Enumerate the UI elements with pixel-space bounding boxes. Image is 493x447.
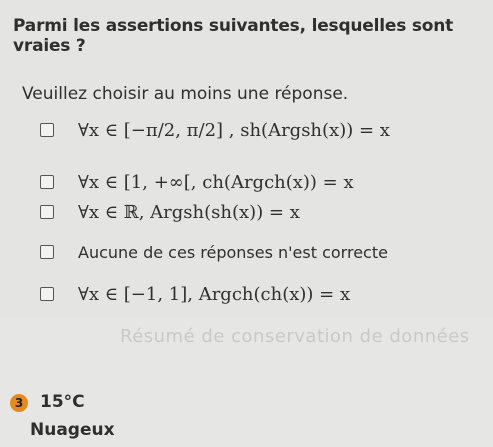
checkbox-option-3[interactable] xyxy=(40,205,54,219)
answer-option-2[interactable]: ∀x ∈ [1, +∞[, ch(Argch(x)) = x xyxy=(40,170,354,194)
checkbox-option-1[interactable] xyxy=(40,123,54,137)
option-5-label: ∀x ∈ [−1, 1], Argch(ch(x)) = x xyxy=(78,283,351,305)
answer-option-4[interactable]: Aucune de ces réponses n'est correcte xyxy=(40,240,388,264)
weather-temperature: 15°C xyxy=(40,392,85,412)
option-1-label: ∀x ∈ [−π/2, π/2] , sh(Argsh(x)) = x xyxy=(78,119,390,141)
question-text: Parmi les assertions suivantes, lesquell… xyxy=(13,16,454,56)
option-4-label: Aucune de ces réponses n'est correcte xyxy=(78,242,388,262)
checkbox-option-4[interactable] xyxy=(40,245,54,259)
weather-badge: 3 xyxy=(10,394,28,412)
answer-option-1[interactable]: ∀x ∈ [−π/2, π/2] , sh(Argsh(x)) = x xyxy=(40,118,390,142)
answer-option-5[interactable]: ∀x ∈ [−1, 1], Argch(ch(x)) = x xyxy=(40,282,350,306)
instruction-text: Veuillez choisir au moins une réponse. xyxy=(22,84,349,104)
option-2-label: ∀x ∈ [1, +∞[, ch(Argch(x)) = x xyxy=(78,171,354,193)
checkbox-option-2[interactable] xyxy=(40,175,54,189)
option-3-label: ∀x ∈ ℝ, Argsh(sh(x)) = x xyxy=(78,201,300,223)
weather-condition: Nuageux xyxy=(30,420,115,440)
answer-option-3[interactable]: ∀x ∈ ℝ, Argsh(sh(x)) = x xyxy=(40,200,300,224)
data-retention-link[interactable]: Résumé de conservation de données xyxy=(120,326,470,347)
checkbox-option-5[interactable] xyxy=(40,287,54,301)
